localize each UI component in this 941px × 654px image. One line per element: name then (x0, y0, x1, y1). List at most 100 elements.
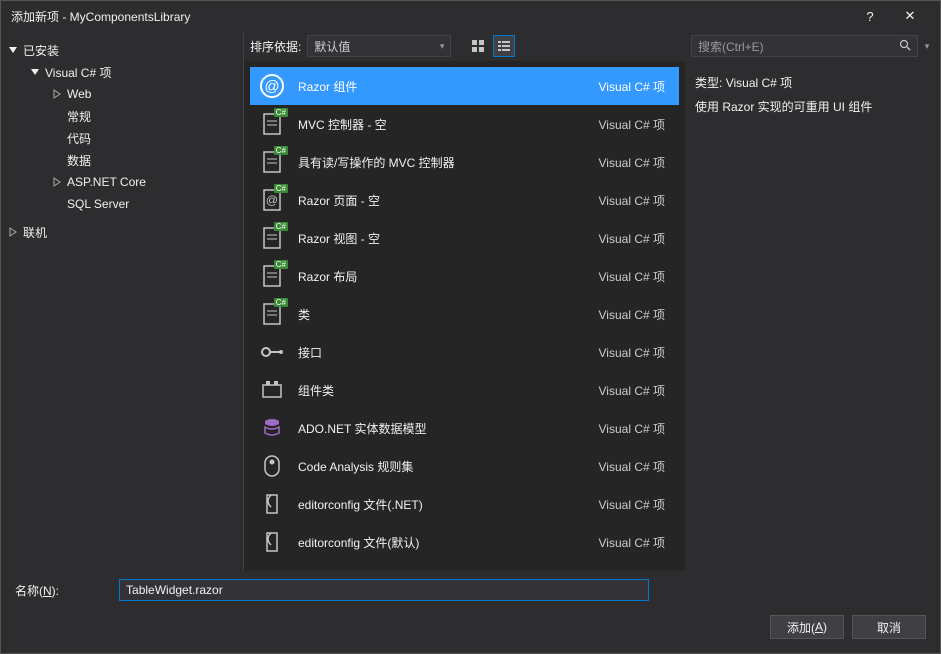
cs-badge-icon: C# (274, 146, 288, 155)
tree-label: Web (67, 87, 91, 101)
cs-badge-icon: C# (274, 298, 288, 307)
interface-icon (258, 338, 286, 366)
template-lang: Visual C# 项 (599, 154, 671, 171)
template-row[interactable]: @C#Razor 页面 - 空Visual C# 项 (250, 181, 679, 219)
sort-value: 默认值 (314, 38, 350, 55)
name-input[interactable] (119, 579, 649, 601)
ruleset-icon (258, 452, 286, 480)
info-type-row: 类型: Visual C# 项 (695, 73, 930, 95)
template-row[interactable]: C#Razor 视图 - 空Visual C# 项 (250, 219, 679, 257)
tree-item-aspnetcore[interactable]: ASP.NET Core (1, 171, 243, 193)
template-row[interactable]: editorconfig 文件(.NET)Visual C# 项 (250, 485, 679, 523)
cs-badge-icon: C# (274, 184, 288, 193)
template-name: editorconfig 文件(默认) (298, 534, 587, 551)
tree-label: 已安装 (23, 42, 59, 59)
template-lang: Visual C# 项 (599, 116, 671, 133)
cs-file-icon: C# (258, 300, 286, 328)
template-row[interactable]: C#具有读/写操作的 MVC 控制器Visual C# 项 (250, 143, 679, 181)
template-row[interactable]: 组件类Visual C# 项 (250, 371, 679, 409)
tree-label: 代码 (67, 130, 91, 147)
svg-text:@: @ (264, 78, 279, 95)
add-button-pre: 添加( (787, 619, 815, 636)
template-lang: Visual C# 项 (599, 496, 671, 513)
template-list[interactable]: @ Razor 组件 Visual C# 项 C# MVC 控制器 - 空 Visual … (244, 61, 685, 571)
template-row[interactable]: editorconfig 文件(默认) Visual C# 项 (250, 523, 679, 561)
caret-down-icon (29, 66, 41, 78)
caret-right-icon (51, 176, 63, 188)
template-row[interactable]: Code Analysis 规则集Visual C# 项 (250, 447, 679, 485)
help-button[interactable]: ? (850, 9, 890, 24)
sortbar: 排序依据: 默认值 ▾ (244, 31, 685, 61)
name-row: 名称(N): (15, 579, 926, 601)
template-name: 组件类 (298, 382, 587, 399)
name-label-accel: N (43, 584, 52, 598)
template-name: Razor 布局 (298, 268, 587, 285)
tree-item-general[interactable]: 常规 (1, 105, 243, 127)
view-list-button[interactable] (493, 35, 515, 57)
cs-file-icon: C# (258, 148, 286, 176)
search-dropdown-icon[interactable]: ▾ (920, 41, 934, 52)
cs-file-icon: C# (258, 262, 286, 290)
chevron-down-icon: ▾ (440, 41, 445, 52)
template-row[interactable]: 接口Visual C# 项 (250, 333, 679, 371)
cancel-button[interactable]: 取消 (852, 615, 926, 639)
template-lang: Visual C# 项 (599, 78, 671, 95)
tree-item-csharp[interactable]: Visual C# 项 (1, 61, 243, 83)
template-lang: Visual C# 项 (599, 268, 671, 285)
ado-icon (258, 566, 286, 571)
template-name: 类 (298, 306, 587, 323)
add-button[interactable]: 添加(A) (770, 615, 844, 639)
search-placeholder: 搜索(Ctrl+E) (698, 38, 764, 55)
center-column: 排序依据: 默认值 ▾ (244, 31, 685, 571)
tree-label: Visual C# 项 (45, 64, 111, 81)
sort-combo[interactable]: 默认值 ▾ (307, 35, 451, 57)
search-icon (899, 39, 911, 54)
template-lang: Visual C# 项 (599, 534, 671, 551)
tree-label: ASP.NET Core (67, 175, 146, 189)
tree-item-data[interactable]: 数据 (1, 149, 243, 171)
template-row[interactable]: EF 5.x DbContext 生成器Visual C# 项 (250, 561, 679, 571)
template-row[interactable]: C# 类 Visual C# 项 (250, 295, 679, 333)
svg-text:@: @ (266, 193, 278, 207)
template-lang: Visual C# 项 (599, 306, 671, 323)
tree-item-online[interactable]: 联机 (1, 221, 243, 243)
close-button[interactable]: ✕ (890, 8, 930, 24)
template-row[interactable]: @ Razor 组件 Visual C# 项 (250, 67, 679, 105)
tree-item-installed[interactable]: 已安装 (1, 39, 243, 61)
titlebar: 添加新项 - MyComponentsLibrary ? ✕ (1, 1, 940, 31)
search-row: 搜索(Ctrl+E) ▾ (685, 31, 940, 61)
razor-at-icon: @ (258, 72, 286, 100)
template-row[interactable]: C# Razor 布局 Visual C# 项 (250, 257, 679, 295)
tree-item-web[interactable]: Web (1, 83, 243, 105)
search-input[interactable]: 搜索(Ctrl+E) (691, 35, 918, 57)
template-name: MVC 控制器 - 空 (298, 116, 587, 133)
name-label-pre: 名称( (15, 584, 43, 598)
tree-label: 常规 (67, 108, 91, 125)
view-large-icons-button[interactable] (467, 35, 489, 57)
tree-label: SQL Server (67, 197, 129, 211)
caret-down-icon (7, 44, 19, 56)
template-row[interactable]: C#MVC 控制器 - 空Visual C# 项 (250, 105, 679, 143)
info-body: 类型: Visual C# 项 使用 Razor 实现的可重用 UI 组件 (685, 61, 940, 130)
template-name: Razor 视图 - 空 (298, 230, 587, 247)
add-button-post: ) (823, 620, 827, 634)
right-panel: 搜索(Ctrl+E) ▾ 类型: Visual C# 项 使用 Razor 实现… (685, 31, 940, 571)
cs-badge-icon: C# (274, 222, 288, 231)
caret-right-icon (51, 88, 63, 100)
name-label-post: ): (52, 584, 59, 598)
caret-right-icon (7, 226, 19, 238)
template-name: 接口 (298, 344, 587, 361)
bottom-panel: 名称(N): 添加(A) 取消 (1, 571, 940, 653)
tree-item-sqlserver[interactable]: SQL Server (1, 193, 243, 215)
template-name: ADO.NET 实体数据模型 (298, 420, 587, 437)
main-area: 已安装 Visual C# 项 Web 常规 代码 数据 (1, 31, 940, 571)
cancel-button-label: 取消 (877, 619, 901, 636)
template-name: Razor 组件 (298, 78, 587, 95)
component-icon (258, 376, 286, 404)
cs-badge-icon: C# (274, 260, 288, 269)
tree-item-code[interactable]: 代码 (1, 127, 243, 149)
template-row[interactable]: ADO.NET 实体数据模型Visual C# 项 (250, 409, 679, 447)
tree-label: 数据 (67, 152, 91, 169)
template-name: Code Analysis 规则集 (298, 458, 587, 475)
window-title: 添加新项 - MyComponentsLibrary (11, 8, 850, 25)
